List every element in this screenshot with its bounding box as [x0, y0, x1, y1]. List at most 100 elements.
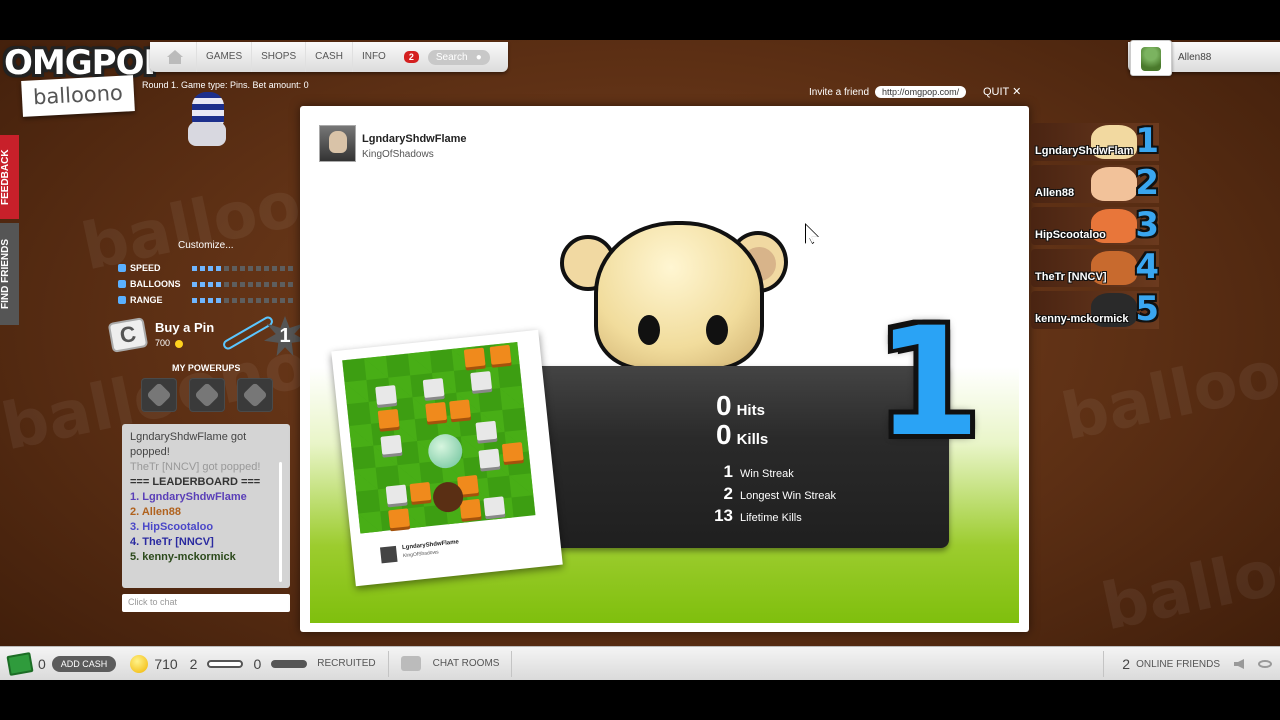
stat-dot	[208, 266, 213, 271]
stat-bar	[192, 298, 293, 303]
stat-dot	[216, 282, 221, 287]
stone-tile	[375, 385, 397, 406]
stat-dot	[264, 282, 269, 287]
my-powerups-label: MY POWERUPS	[172, 363, 241, 373]
leaderboard-name: Allen88	[1035, 187, 1075, 199]
character-eye	[638, 315, 660, 345]
leaderboard-rank: 2	[1135, 165, 1159, 203]
crate-tile	[388, 508, 410, 529]
chat-message: LgndaryShdwFlame got popped!	[130, 431, 247, 458]
chat-input[interactable]: Click to chat	[122, 594, 290, 612]
winner-name[interactable]: LgndaryShdwFlame	[362, 133, 467, 145]
stat-label: SPEED	[130, 263, 161, 273]
search-input[interactable]: Search ●	[427, 49, 490, 65]
username: Allen88	[1178, 51, 1212, 63]
stat-dot	[280, 266, 285, 271]
nav-games[interactable]: GAMES	[196, 42, 251, 72]
stat-dot	[200, 282, 205, 287]
character-body	[188, 122, 226, 146]
home-icon[interactable]	[166, 50, 184, 64]
screen: balloono balloono balloono balloono OMGP…	[0, 0, 1280, 720]
leaderboard-name: LgndaryShdwFlam	[1035, 145, 1134, 157]
winner-title: KingOfShadows	[362, 149, 434, 160]
character-head	[594, 221, 764, 371]
notification-badge[interactable]: 2	[403, 51, 419, 63]
buy-pin-title: Buy a Pin	[155, 320, 215, 335]
powerup-slot-2[interactable]	[189, 378, 225, 412]
stat-label: BALLOONS	[130, 279, 181, 289]
longest-win-streak-label: Longest Win Streak	[740, 490, 836, 502]
leaderboard-entry[interactable]: kenny-mckormick 5	[1031, 291, 1159, 329]
user-avatar[interactable]	[1130, 40, 1172, 76]
leaderboard-name: TheTr [NNCV]	[1035, 271, 1107, 283]
hits-value: 0	[716, 390, 732, 421]
nav-shops[interactable]: SHOPS	[251, 42, 305, 72]
chat-rooms-button[interactable]: CHAT ROOMS	[433, 658, 500, 669]
stat-dot	[224, 266, 229, 271]
stone-tile	[380, 434, 403, 455]
stat-dot	[192, 298, 197, 303]
crate-tile	[463, 347, 486, 368]
feedback-tab[interactable]: FEEDBACK	[0, 135, 19, 219]
crate-tile	[489, 344, 512, 365]
game-name-tag: balloono	[21, 75, 135, 117]
leaderboard-name: HipScootaloo	[1035, 229, 1106, 241]
stone-tile	[385, 484, 408, 505]
speaker-icon[interactable]	[1234, 659, 1244, 669]
powerup-slot-1[interactable]	[141, 378, 177, 412]
chat-scrollbar[interactable]	[279, 462, 282, 582]
winner-rank-number: 1	[876, 296, 981, 470]
stat-dot	[208, 298, 213, 303]
add-cash-button[interactable]: ADD CASH	[51, 655, 117, 672]
powerup-slot-3[interactable]	[237, 378, 273, 412]
lifetime-kills-value: 13	[714, 506, 733, 525]
kills-stat: 0 Kills	[716, 419, 768, 451]
hits-label: Hits	[736, 402, 765, 419]
stat-dot	[280, 298, 285, 303]
find-friends-tab[interactable]: FIND FRIENDS	[0, 223, 19, 325]
quit-button[interactable]: QUIT ✕	[983, 85, 1021, 98]
stat-bar	[192, 282, 293, 287]
crate-tile	[449, 399, 471, 420]
customize-link[interactable]: Customize...	[178, 240, 234, 251]
search-icon: ●	[475, 51, 482, 63]
chat-rooms-icon[interactable]	[400, 656, 421, 671]
leaderboard-entry[interactable]: Allen88 2	[1031, 165, 1159, 203]
leaderboard-entry[interactable]: LgndaryShdwFlam 1	[1031, 123, 1159, 161]
stat-dot	[288, 266, 293, 271]
leaderboard-entry[interactable]: HipScootaloo 3	[1031, 207, 1159, 245]
recruit-count: 2	[189, 655, 198, 672]
crate-tile	[459, 498, 482, 519]
chat-message: TheTr [NNCV] got popped!	[130, 461, 261, 473]
nav-cash[interactable]: CASH	[305, 42, 352, 72]
stat-range: RANGE	[118, 295, 163, 305]
leaderboard-entry[interactable]: TheTr [NNCV] 4	[1031, 249, 1159, 287]
eye-icon[interactable]	[1258, 660, 1272, 668]
winner-avatar	[319, 125, 356, 162]
win-streak-stat: 1 Win Streak	[699, 462, 794, 482]
stat-dot	[264, 266, 269, 271]
nav-info[interactable]: INFO	[351, 42, 395, 72]
invite-url-field[interactable]: http://omgpop.com/	[875, 86, 967, 98]
range-icon	[118, 296, 126, 304]
stat-dot	[240, 266, 245, 271]
chat-log[interactable]: LgndaryShdwFlame got popped! TheTr [NNCV…	[122, 424, 290, 588]
chat-leaderboard-entry: 3. HipScootaloo	[130, 521, 214, 533]
stat-dot	[232, 266, 237, 271]
recruit-progress-bar	[207, 659, 244, 668]
coin-icon	[174, 339, 183, 348]
background-watermark: balloono	[1055, 318, 1280, 456]
win-streak-label: Win Streak	[740, 468, 794, 480]
price-value: 700	[155, 338, 171, 348]
longest-win-streak-stat: 2 Longest Win Streak	[699, 484, 836, 504]
recruited-progress-bar	[271, 659, 308, 668]
leaderboard-rank: 5	[1135, 291, 1159, 329]
character-preview	[186, 92, 228, 152]
stat-label: RANGE	[130, 295, 163, 305]
stat-balloons: BALLOONS	[118, 279, 181, 289]
stat-dot	[192, 266, 197, 271]
lifetime-kills-label: Lifetime Kills	[740, 512, 802, 524]
online-friends-button[interactable]: ONLINE FRIENDS	[1136, 659, 1220, 670]
stat-dot	[280, 282, 285, 287]
stat-speed: SPEED	[118, 263, 161, 273]
